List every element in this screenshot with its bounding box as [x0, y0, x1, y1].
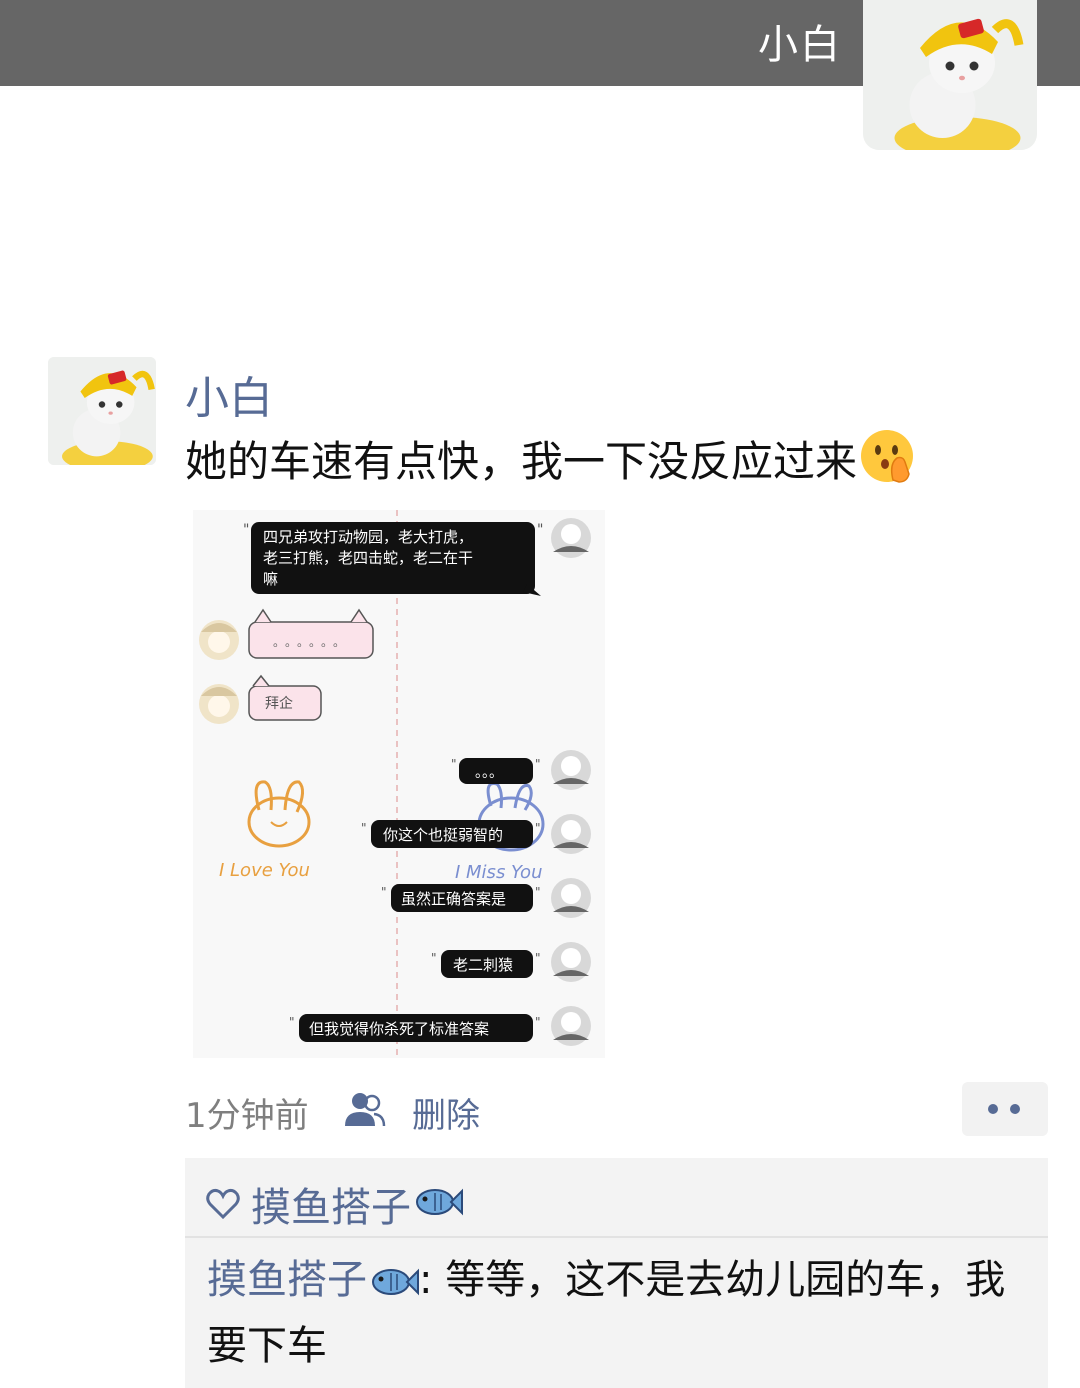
comment-item[interactable]: 摸鱼搭子: 等等，这不是去幼儿园的车，我要下车: [207, 1250, 1027, 1376]
miss-sticker-caption: I Miss You: [455, 862, 542, 883]
love-sticker-caption: I Love You: [219, 860, 310, 881]
cat-avatar-icon: [875, 0, 1025, 150]
heart-icon: [206, 1188, 240, 1220]
post-text: 她的车速有点快，我一下没反应过来: [185, 428, 915, 494]
fish-icon: [415, 1185, 463, 1223]
comment-separator: :: [419, 1257, 446, 1303]
commenter-name[interactable]: 摸鱼搭子: [207, 1257, 367, 1303]
question-line-2: 老三打熊，老四击蛇，老二在干: [263, 549, 473, 567]
post-image[interactable]: " " 四兄弟攻打动物园，老大打虎， 老三打熊，老四击蛇，老二在干 嘛 。。。。…: [193, 510, 605, 1058]
right-chat-avatar: [551, 942, 591, 982]
more-dot: [1010, 1104, 1020, 1114]
liker-name[interactable]: 摸鱼搭子: [251, 1175, 411, 1233]
question-bubble: " " 四兄弟攻打动物园，老大打虎， 老三打熊，老四击蛇，老二在干 嘛: [243, 522, 543, 596]
more-dot: [988, 1104, 998, 1114]
right-chat-avatar: [551, 750, 591, 790]
post-author-avatar[interactable]: [48, 357, 156, 465]
left-reply-2: 拜企: [265, 695, 293, 712]
left-chat-avatar: [199, 684, 239, 724]
more-dots-icon[interactable]: [962, 1082, 1048, 1136]
reply-bubble-5: 但我觉得你杀死了标准答案 " ": [289, 1014, 541, 1042]
likes-divider: [185, 1236, 1048, 1238]
friends-visibility-icon[interactable]: [342, 1090, 386, 1128]
cover-name: 小白: [758, 22, 842, 68]
left-chat-avatar: [199, 620, 239, 660]
post-text-content: 她的车速有点快，我一下没反应过来: [185, 437, 858, 486]
reply-bubble-2: 你这个也挺弱智的 " ": [361, 820, 541, 848]
svg-text:": ": [537, 522, 543, 538]
svg-text:": ": [243, 522, 249, 538]
right-chat-avatar: [551, 814, 591, 854]
svg-text:": ": [535, 1015, 541, 1029]
reply-bubble-4: 老二刺猿 " ": [431, 950, 541, 978]
svg-text:": ": [451, 757, 457, 771]
svg-text:": ": [289, 1015, 295, 1029]
left-reply-1: 。。。。。。: [273, 635, 351, 649]
question-line-3: 嘛: [263, 570, 278, 588]
delete-button[interactable]: 删除: [412, 1088, 480, 1137]
right-chat-avatar: [551, 518, 591, 558]
likes-row: 摸鱼搭子: [205, 1174, 463, 1234]
right-chat-avatar: [551, 1006, 591, 1046]
reply-5: 但我觉得你杀死了标准答案: [309, 1020, 489, 1038]
reply-bubble-1: 。。。 " ": [451, 757, 541, 784]
svg-text:": ": [361, 821, 367, 835]
reply-2: 你这个也挺弱智的: [383, 826, 503, 844]
reply-4: 老二刺猿: [453, 956, 513, 974]
post-author-name[interactable]: 小白: [185, 362, 273, 426]
svg-text:": ": [535, 951, 541, 965]
svg-text:": ": [535, 757, 541, 771]
question-line-1: 四兄弟攻打动物园，老大打虎，: [263, 528, 473, 546]
reply-1: 。。。: [475, 765, 503, 781]
fish-icon: [371, 1256, 419, 1316]
shushing-face-emoji-icon: [859, 428, 915, 494]
svg-text:": ": [535, 885, 541, 899]
post-time: 1分钟前: [185, 1096, 309, 1136]
svg-text:": ": [431, 951, 437, 965]
reply-3: 虽然正确答案是: [401, 890, 506, 908]
svg-text:": ": [535, 821, 541, 835]
svg-text:": ": [381, 885, 387, 899]
reply-bubble-3: 虽然正确答案是 " ": [381, 884, 541, 912]
chat-screenshot: " " 四兄弟攻打动物园，老大打虎， 老三打熊，老四击蛇，老二在干 嘛 。。。。…: [193, 510, 605, 1058]
right-chat-avatar: [551, 878, 591, 918]
cat-avatar-icon: [48, 357, 156, 465]
cover-avatar[interactable]: [863, 0, 1037, 150]
interaction-box: 摸鱼搭子 摸鱼搭子: 等等，这不是去幼儿园的车，我要下车: [185, 1158, 1048, 1388]
